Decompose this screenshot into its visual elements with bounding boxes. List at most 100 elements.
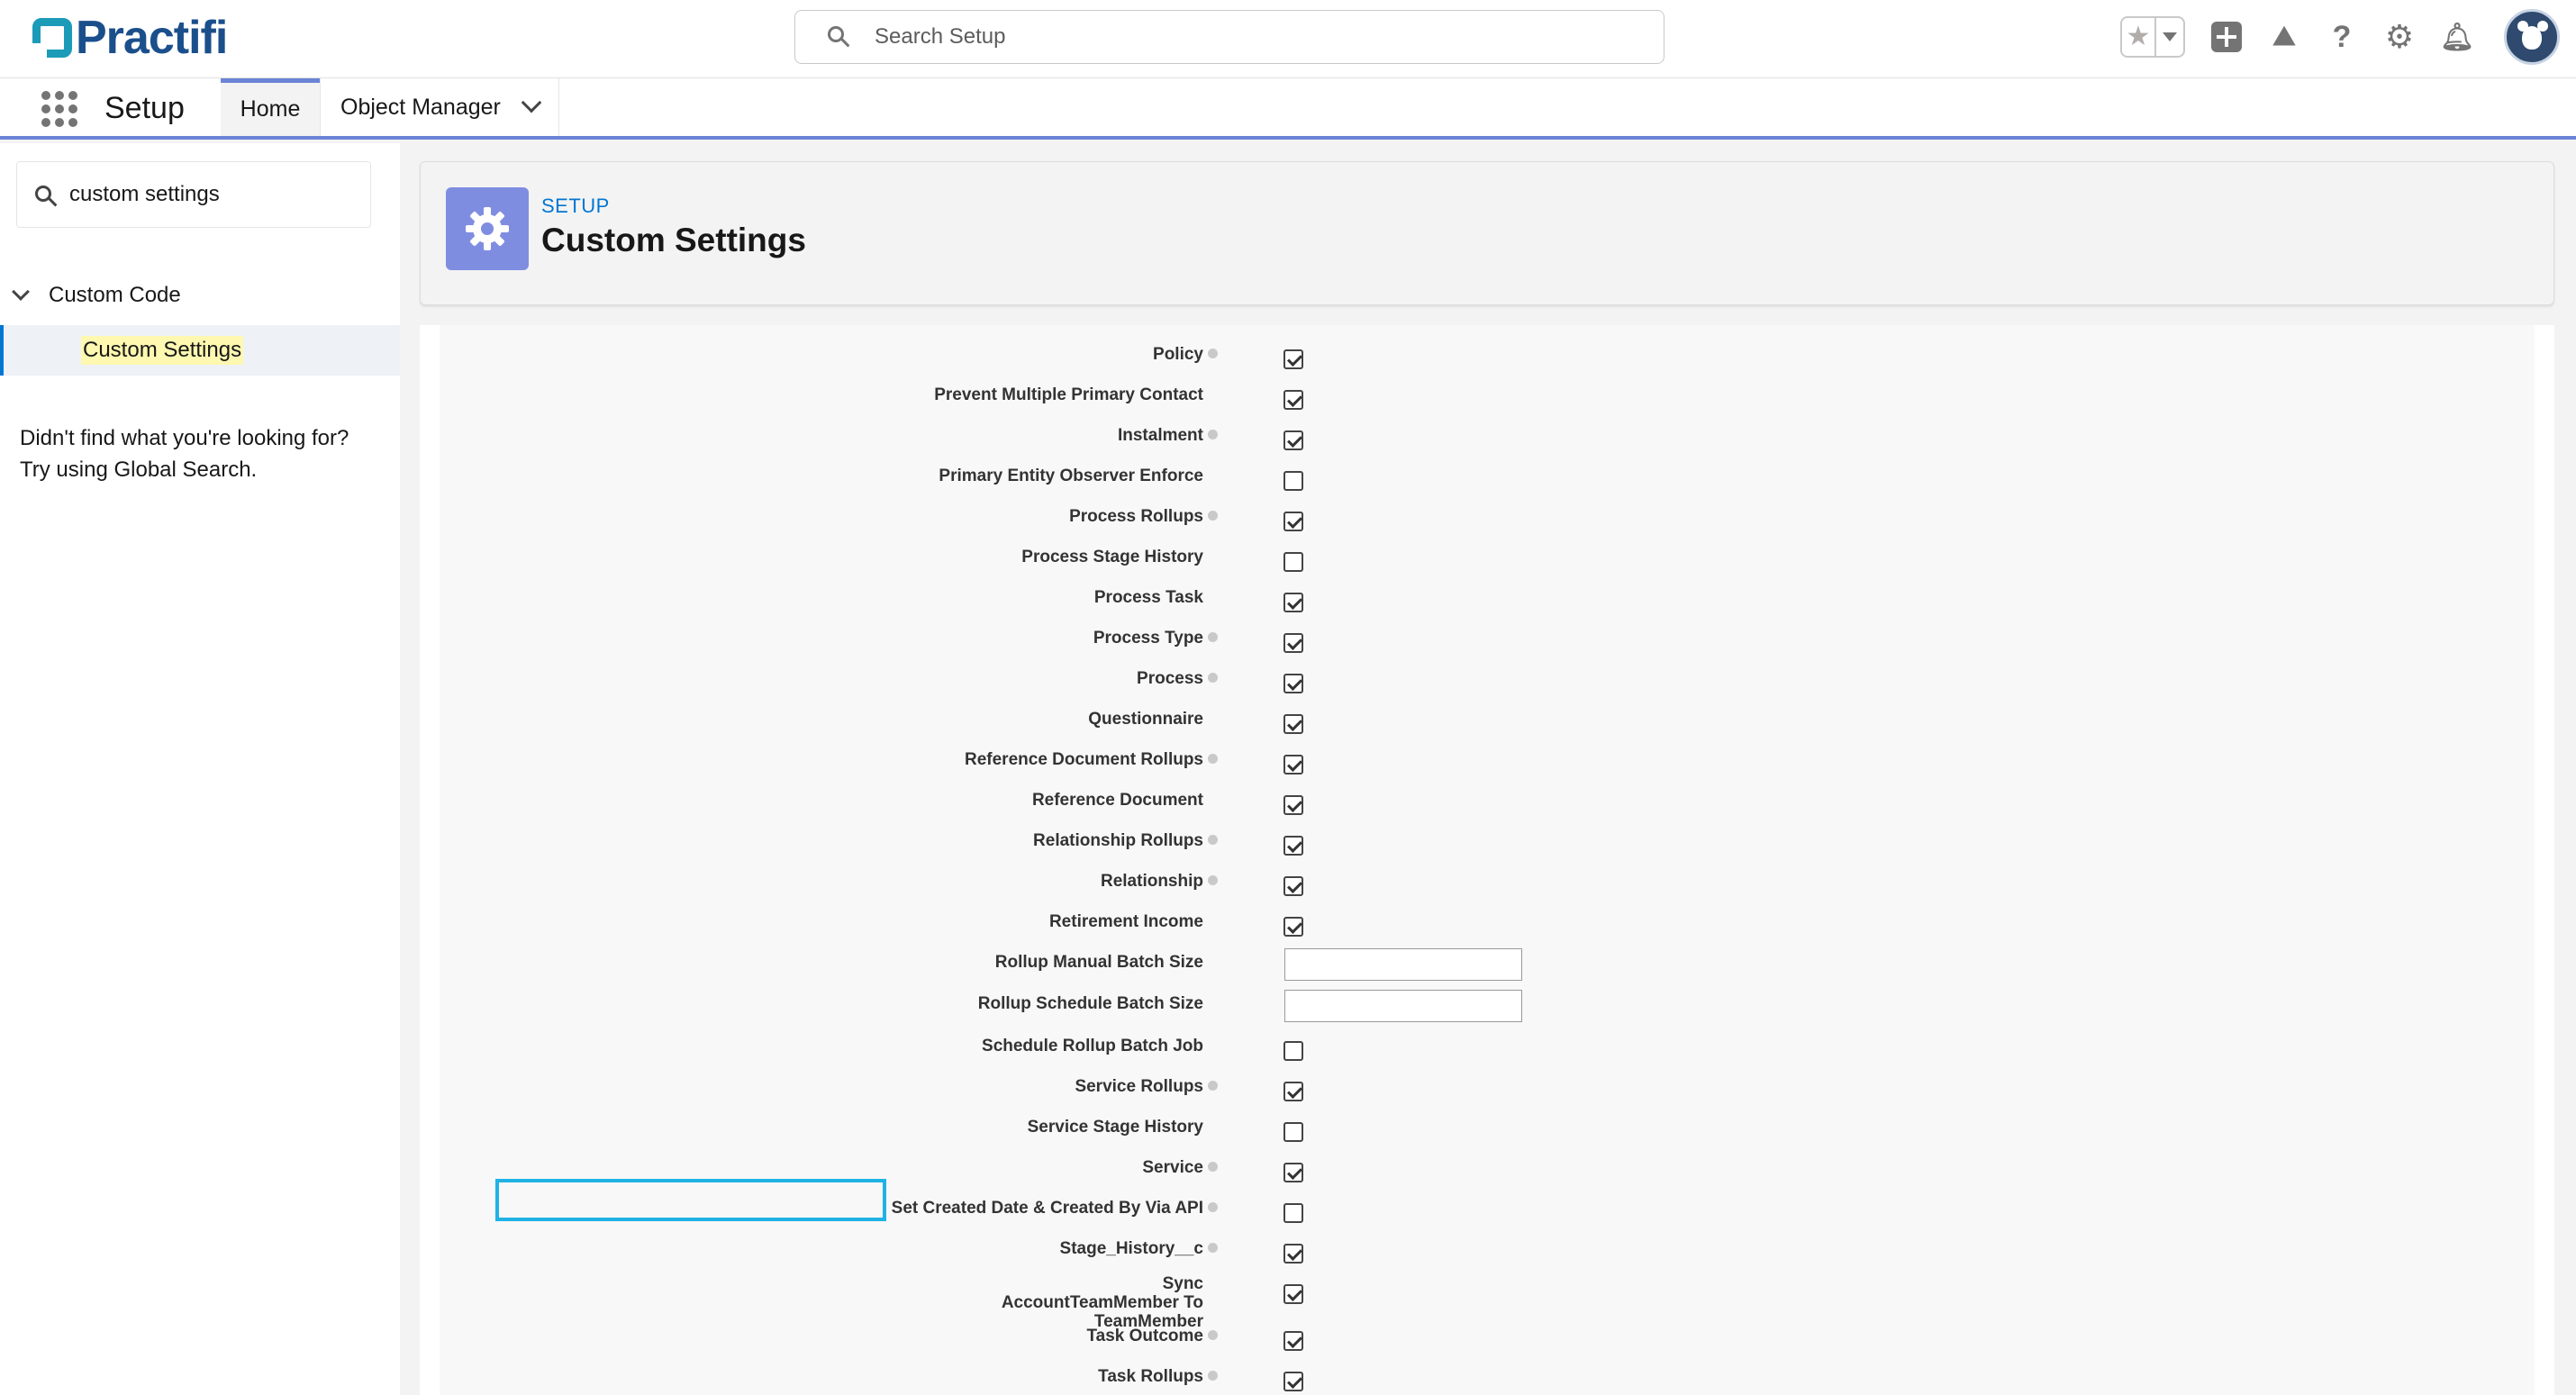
field-checkbox[interactable]: [1283, 552, 1303, 572]
field-checkbox[interactable]: [1283, 512, 1303, 531]
trailhead-icon[interactable]: ⛰: [2268, 21, 2300, 53]
help-icon[interactable]: [1208, 1330, 1218, 1341]
star-icon[interactable]: ★: [2122, 18, 2154, 56]
field-checkbox[interactable]: [1283, 755, 1303, 774]
field-row: Relationship Rollups: [440, 831, 1430, 867]
help-icon[interactable]: [1208, 1202, 1218, 1213]
field-label: Service Stage History: [440, 1118, 1234, 1137]
field-checkbox[interactable]: [1283, 795, 1303, 815]
search-icon: [826, 24, 851, 50]
field-checkbox[interactable]: [1283, 1372, 1303, 1391]
tab-object-manager[interactable]: Object Manager: [320, 78, 559, 136]
tab-home[interactable]: Home: [221, 78, 320, 136]
field-text-input[interactable]: [1284, 990, 1522, 1022]
help-icon[interactable]: [1208, 430, 1218, 440]
tree-item-label: Custom Settings: [81, 336, 244, 365]
field-checkbox[interactable]: [1283, 633, 1303, 653]
field-checkbox[interactable]: [1283, 1163, 1303, 1182]
field-checkbox[interactable]: [1283, 1041, 1303, 1061]
field-row: Process Task: [440, 588, 1430, 624]
practifi-logo[interactable]: Practifi: [32, 12, 228, 64]
field-label: Service Rollups: [440, 1077, 1234, 1097]
field-label-text: Relationship: [1100, 872, 1203, 891]
gear-icon[interactable]: ⚙: [2383, 18, 2416, 55]
field-row: Reference Document Rollups: [440, 750, 1430, 786]
field-checkbox[interactable]: [1283, 836, 1303, 856]
add-icon[interactable]: [2210, 21, 2243, 53]
field-checkbox[interactable]: [1283, 714, 1303, 734]
chevron-down-icon: [12, 283, 30, 301]
field-label-text: Service Stage History: [1027, 1118, 1203, 1137]
field-label-text: Policy: [1153, 345, 1203, 364]
help-icon[interactable]: [1208, 835, 1218, 846]
tab-home-label: Home: [240, 96, 301, 122]
field-checkbox[interactable]: [1283, 390, 1303, 410]
field-row: Task Outcome: [440, 1327, 1430, 1363]
field-label: Process Stage History: [440, 548, 1234, 567]
practifi-logo-mark-icon: [32, 18, 72, 58]
help-icon[interactable]: ?: [2326, 20, 2358, 54]
field-label: Sync AccountTeamMember To TeamMember: [440, 1274, 1234, 1331]
field-checkbox[interactable]: [1283, 674, 1303, 693]
search-placeholder: Search Setup: [875, 24, 1006, 49]
field-checkbox[interactable]: [1283, 430, 1303, 450]
help-icon[interactable]: [1208, 632, 1218, 643]
app-launcher-icon[interactable]: [41, 91, 77, 127]
field-checkbox[interactable]: [1283, 593, 1303, 612]
quick-find-input[interactable]: custom settings: [16, 161, 371, 228]
field-label: Reference Document: [440, 791, 1234, 811]
field-checkbox[interactable]: [1283, 1203, 1303, 1223]
field-row: Schedule Rollup Batch Job: [440, 1037, 1430, 1073]
favorites-dropdown-button[interactable]: [2154, 18, 2183, 56]
field-label-text: Process: [1137, 669, 1203, 688]
help-icon[interactable]: [1208, 349, 1218, 359]
field-label: Process: [440, 669, 1234, 689]
favorites-button-group: ★: [2120, 16, 2185, 58]
help-icon[interactable]: [1208, 511, 1218, 521]
field-label-text: Set Created Date & Created By Via API: [891, 1199, 1203, 1218]
field-label-text: Questionnaire: [1088, 710, 1203, 729]
bell-icon[interactable]: 🔔︎: [2440, 21, 2474, 53]
field-label: Rollup Schedule Batch Size: [440, 994, 1234, 1014]
field-checkbox[interactable]: [1283, 1244, 1303, 1264]
help-icon[interactable]: [1208, 673, 1218, 684]
help-icon[interactable]: [1208, 1371, 1218, 1381]
quick-find-value: custom settings: [69, 182, 220, 206]
help-icon[interactable]: [1208, 1081, 1218, 1092]
field-checkbox[interactable]: [1283, 349, 1303, 369]
field-checkbox[interactable]: [1283, 876, 1303, 896]
field-checkbox[interactable]: [1283, 917, 1303, 937]
field-text-input[interactable]: [1284, 948, 1522, 981]
field-label: Primary Entity Observer Enforce: [440, 467, 1234, 486]
field-label-text: Relationship Rollups: [1033, 831, 1203, 850]
field-label-text: Task Rollups: [1098, 1367, 1203, 1386]
field-checkbox[interactable]: [1283, 471, 1303, 491]
help-icon[interactable]: [1208, 1243, 1218, 1254]
avatar[interactable]: [2504, 9, 2560, 65]
field-checkbox[interactable]: [1283, 1082, 1303, 1101]
field-row: Retirement Income: [440, 912, 1430, 948]
field-checkbox[interactable]: [1283, 1122, 1303, 1142]
field-label: Process Task: [440, 588, 1234, 608]
help-icon[interactable]: [1208, 875, 1218, 886]
help-icon[interactable]: [1208, 754, 1218, 765]
help-line-2: Try using Global Search.: [20, 457, 258, 482]
global-header: Practifi Search Setup ★ ⛰ ? ⚙ 🔔︎: [0, 0, 2576, 78]
search-icon: [35, 186, 51, 202]
tree-item-custom-settings[interactable]: Custom Settings: [0, 325, 400, 376]
page-title: Custom Settings: [541, 222, 806, 258]
field-label: Task Outcome: [440, 1327, 1234, 1346]
field-label-text: Sync AccountTeamMember To TeamMember: [1001, 1274, 1203, 1331]
field-label-text: Stage_History__c: [1059, 1239, 1203, 1258]
tree-group-custom-code[interactable]: Custom Code: [9, 283, 181, 308]
page-eyebrow: SETUP: [541, 195, 610, 217]
global-search-input[interactable]: Search Setup: [794, 10, 1664, 64]
chevron-down-icon[interactable]: [521, 92, 542, 113]
setup-gear-icon: [446, 187, 529, 270]
field-checkbox[interactable]: [1283, 1331, 1303, 1351]
field-row: Rollup Schedule Batch Size: [440, 990, 1522, 1030]
help-icon[interactable]: [1208, 1162, 1218, 1173]
tab-object-manager-label: Object Manager: [340, 94, 501, 120]
field-row: Task Rollups: [440, 1367, 1430, 1395]
field-checkbox[interactable]: [1283, 1284, 1303, 1304]
